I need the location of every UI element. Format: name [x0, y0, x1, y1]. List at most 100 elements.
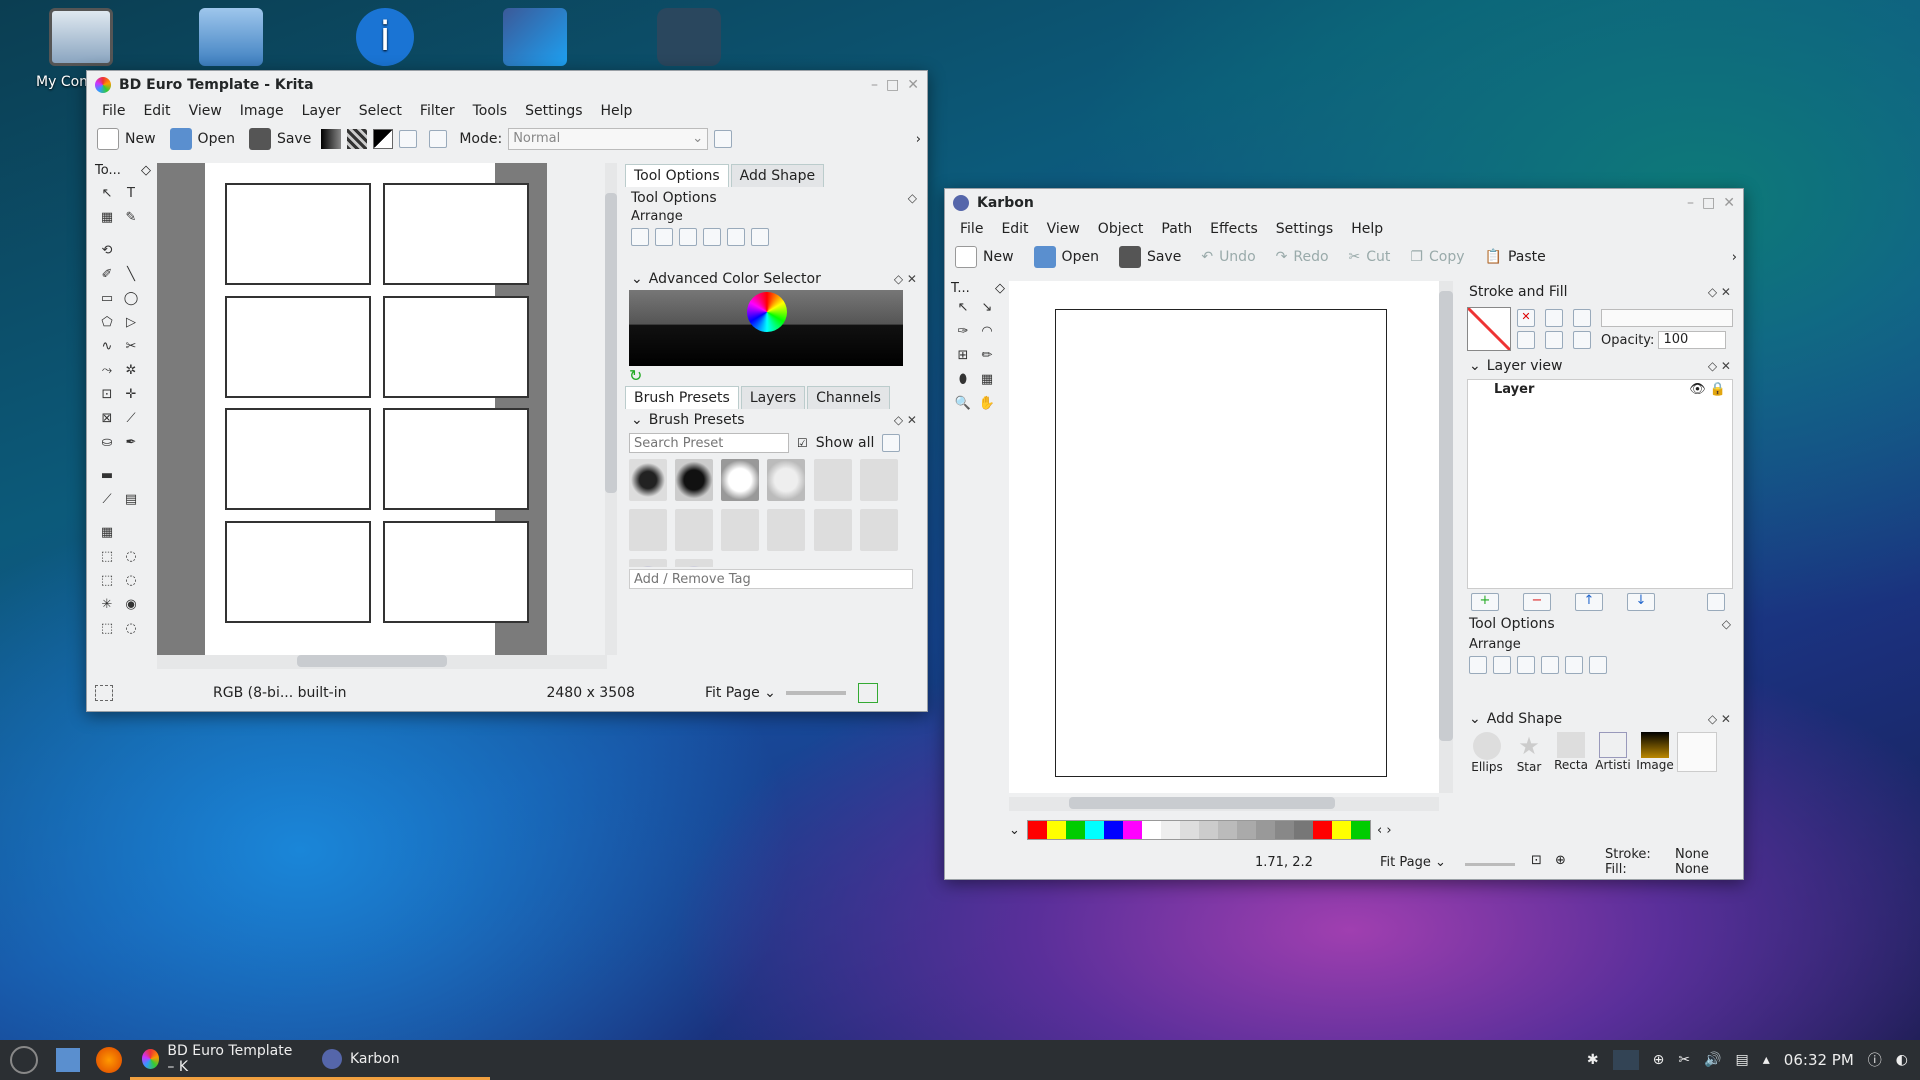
- lock-icon[interactable]: 🔒: [1710, 382, 1726, 397]
- karbon-titlebar[interactable]: Karbon – □ ✕: [945, 189, 1743, 217]
- bezier-tool-icon[interactable]: ∿: [98, 338, 116, 356]
- blend-settings-icon[interactable]: [429, 130, 448, 148]
- redo-button[interactable]: ↷ Redo: [1272, 247, 1333, 267]
- color-selector-widget[interactable]: [629, 290, 903, 366]
- toolbar-overflow-icon[interactable]: ›: [1732, 250, 1737, 265]
- terminal-icon[interactable]: [1612, 1050, 1639, 1070]
- bezier-select-icon[interactable]: ⬚: [98, 620, 116, 638]
- zoom-select[interactable]: Fit Page ⌄: [705, 685, 776, 701]
- collapse-icon[interactable]: ⌄: [1469, 358, 1481, 374]
- fill-icon[interactable]: ⬮: [954, 371, 972, 389]
- menu-view[interactable]: View: [180, 103, 231, 119]
- brush-preset[interactable]: [767, 509, 806, 551]
- brush-preset[interactable]: [675, 509, 714, 551]
- multibrush-tool-icon[interactable]: ✲: [122, 362, 140, 380]
- menu-image[interactable]: Image: [231, 103, 293, 119]
- collapse-icon[interactable]: ⌄: [631, 271, 643, 287]
- contiguous-select-icon[interactable]: ✳: [98, 596, 116, 614]
- fill-tool-icon[interactable]: ▦: [98, 209, 116, 227]
- palette-swatch[interactable]: [1237, 821, 1256, 839]
- minimize-icon[interactable]: –: [1687, 195, 1694, 211]
- close-icon[interactable]: ✕: [1723, 195, 1735, 211]
- group-icon[interactable]: [751, 228, 769, 246]
- menu-help[interactable]: Help: [592, 103, 642, 119]
- palette-swatch[interactable]: [1199, 821, 1218, 839]
- brush-preset[interactable]: [721, 459, 760, 501]
- brush-preset[interactable]: [721, 509, 760, 551]
- paste-button[interactable]: 📋 Paste: [1481, 247, 1550, 267]
- menu-layer[interactable]: Layer: [293, 103, 350, 119]
- menu-file[interactable]: File: [93, 103, 134, 119]
- brush-preset[interactable]: [629, 509, 667, 551]
- float-icon[interactable]: ◇: [995, 281, 1005, 296]
- minimize-icon[interactable]: –: [871, 77, 878, 93]
- bring-front-icon[interactable]: [703, 228, 721, 246]
- zoom-select[interactable]: Fit Page ⌄: [1380, 855, 1446, 870]
- poly-select-icon[interactable]: ⬚: [98, 572, 116, 590]
- menu-filter[interactable]: Filter: [411, 103, 464, 119]
- float-icon[interactable]: ◇: [908, 191, 917, 205]
- shape-rectangle[interactable]: Recta: [1551, 732, 1591, 774]
- palette-swatch[interactable]: [1161, 821, 1180, 839]
- rectangle-tool-icon[interactable]: ▭: [98, 290, 116, 308]
- fill-color-select[interactable]: [1601, 309, 1733, 327]
- menu-file[interactable]: File: [951, 221, 992, 237]
- palette-swatch[interactable]: [1180, 821, 1199, 839]
- menu-settings[interactable]: Settings: [516, 103, 591, 119]
- close-icon[interactable]: ◇ ✕: [1708, 712, 1731, 726]
- remove-layer-icon[interactable]: −: [1523, 593, 1551, 611]
- brush-preset[interactable]: [813, 459, 852, 501]
- network-icon[interactable]: ⊕: [1653, 1052, 1665, 1068]
- menu-path[interactable]: Path: [1152, 221, 1201, 237]
- krita-horizontal-scrollbar[interactable]: [157, 655, 607, 669]
- transform-tool-icon[interactable]: ⟲: [98, 242, 116, 260]
- brush-preset[interactable]: [859, 509, 898, 551]
- brush-preset[interactable]: [675, 459, 714, 501]
- palette-swatch[interactable]: [1104, 821, 1123, 839]
- float-icon[interactable]: ◇: [141, 163, 151, 178]
- select-tool-icon[interactable]: ↖: [954, 299, 972, 317]
- gradient-fill-icon[interactable]: [1573, 309, 1591, 327]
- align-left-icon[interactable]: [631, 228, 649, 246]
- freehand-tool-icon[interactable]: ⤳: [98, 362, 116, 380]
- palette-swatch[interactable]: [1123, 821, 1142, 839]
- close-icon[interactable]: ◇ ✕: [894, 272, 917, 286]
- stroke-style-icon[interactable]: [1545, 331, 1563, 349]
- menu-effects[interactable]: Effects: [1201, 221, 1267, 237]
- tray-expand-icon[interactable]: ▴: [1763, 1052, 1770, 1068]
- show-all-checkbox[interactable]: ☑: [797, 436, 808, 450]
- pencil-tool-icon[interactable]: ✏: [978, 347, 996, 365]
- shape-artistic-text[interactable]: Artisti: [1593, 732, 1633, 774]
- gradient-edit-icon[interactable]: ◠: [978, 323, 996, 341]
- palette-swatch[interactable]: [1028, 821, 1047, 839]
- desktop-icon-network-folder[interactable]: [186, 8, 276, 66]
- new-button[interactable]: New: [93, 126, 160, 152]
- color-swap-icon[interactable]: [373, 129, 394, 149]
- pattern-fill-icon[interactable]: [1517, 331, 1535, 349]
- brush-preset[interactable]: [675, 559, 714, 567]
- color-picker-icon[interactable]: ✎: [122, 209, 140, 227]
- float-icon[interactable]: ◇: [1722, 617, 1731, 631]
- close-icon[interactable]: ✕: [907, 77, 919, 93]
- path-edit-icon[interactable]: ↘: [978, 299, 996, 317]
- desktop-icon-info[interactable]: i: [340, 8, 430, 66]
- toolbar-overflow-icon[interactable]: ›: [916, 132, 921, 147]
- raise-layer-icon[interactable]: ↑: [1575, 593, 1603, 611]
- magnetic-select-icon[interactable]: ◌: [122, 620, 140, 638]
- pattern-edit-icon[interactable]: ⊞: [954, 347, 972, 365]
- view-mode-icon[interactable]: [882, 434, 901, 452]
- bring-front-icon[interactable]: [1541, 656, 1559, 674]
- brush-settings-icon[interactable]: [399, 130, 418, 148]
- palette-swatch[interactable]: [1351, 821, 1370, 839]
- tag-input[interactable]: [629, 569, 913, 589]
- brush-preset[interactable]: [629, 559, 667, 567]
- open-button[interactable]: Open: [1030, 244, 1103, 270]
- ellipse-select-icon[interactable]: ◌: [122, 548, 140, 566]
- krita-vertical-scrollbar[interactable]: [605, 163, 617, 655]
- brush-preset[interactable]: [813, 509, 852, 551]
- menu-edit[interactable]: Edit: [134, 103, 179, 119]
- menu-edit[interactable]: Edit: [992, 221, 1037, 237]
- palette-swatch[interactable]: [1085, 821, 1104, 839]
- shape-ellipse[interactable]: Ellips: [1467, 732, 1507, 774]
- polyline-tool-icon[interactable]: ▷: [122, 314, 140, 332]
